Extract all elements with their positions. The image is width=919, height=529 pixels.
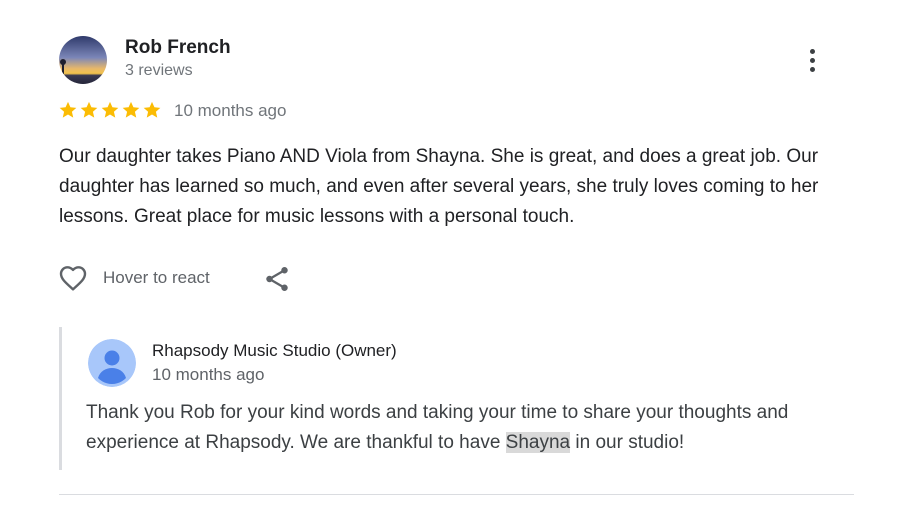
more-vert-icon-dot bbox=[809, 66, 815, 72]
review-time: 10 months ago bbox=[174, 101, 287, 120]
owner-reply-time: 10 months ago bbox=[152, 365, 265, 384]
review-card: Rob French 3 reviews 10 months ago Our d… bbox=[0, 0, 919, 529]
owner-reply-text-end: in our studio! bbox=[570, 432, 685, 453]
divider bbox=[59, 494, 854, 495]
share-icon bbox=[266, 267, 288, 291]
star-filled-icon bbox=[59, 101, 77, 118]
star-filled-icon bbox=[122, 101, 140, 118]
star-filled-icon bbox=[101, 101, 119, 118]
star-rating bbox=[58, 100, 162, 122]
more-vert-icon bbox=[809, 48, 815, 54]
reviewer-name[interactable]: Rob French bbox=[125, 37, 231, 59]
owner-avatar bbox=[88, 339, 136, 387]
reviewer-avatar[interactable] bbox=[59, 36, 107, 84]
owner-name: Rhapsody Music Studio (Owner) bbox=[152, 341, 397, 360]
reviewer-review-count: 3 reviews bbox=[125, 62, 193, 79]
more-options-button[interactable] bbox=[796, 42, 828, 78]
share-button[interactable] bbox=[262, 264, 292, 294]
react-button[interactable]: Hover to react bbox=[57, 262, 210, 294]
person-icon bbox=[88, 339, 136, 387]
highlighted-text: Shayna bbox=[505, 432, 571, 453]
star-filled-icon bbox=[80, 101, 98, 118]
react-label: Hover to react bbox=[103, 268, 210, 287]
owner-reply-text: Thank you Rob for your kind words and ta… bbox=[86, 398, 846, 458]
more-vert-icon-dot bbox=[809, 57, 815, 63]
review-text: Our daughter takes Piano AND Viola from … bbox=[59, 146, 819, 227]
heart-outline-icon bbox=[59, 266, 87, 291]
star-filled-icon bbox=[143, 101, 161, 118]
owner-reply: Rhapsody Music Studio (Owner) 10 months … bbox=[59, 327, 852, 470]
